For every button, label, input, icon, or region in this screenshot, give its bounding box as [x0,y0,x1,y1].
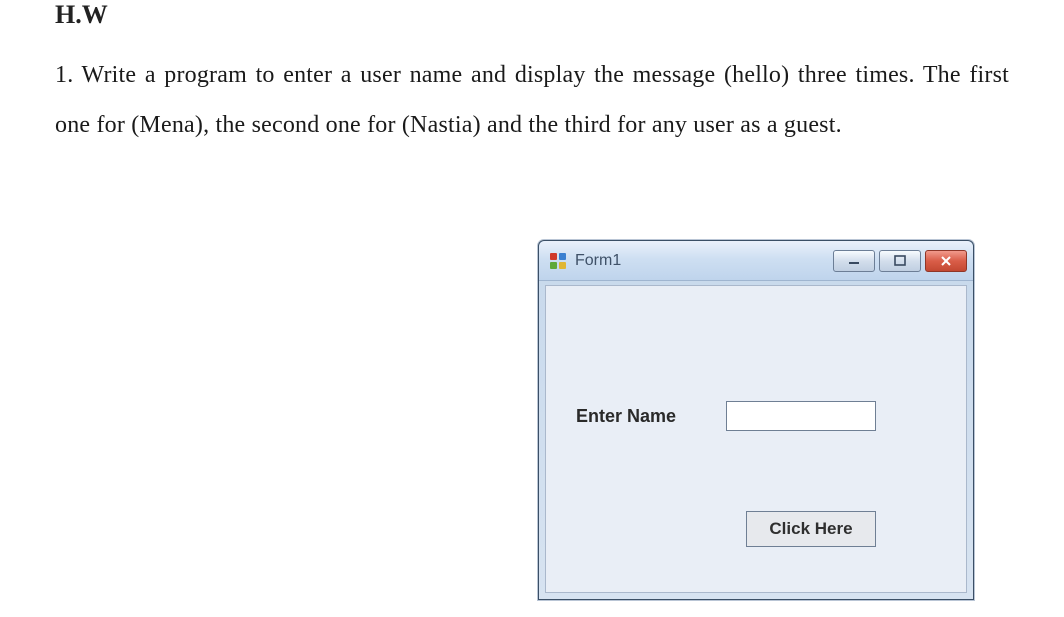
problem-statement: 1. Write a program to enter a user name … [55,50,1009,151]
form-client-area: Enter Name Click Here [545,285,967,593]
close-icon [939,255,953,267]
window-titlebar: Form1 [539,241,973,281]
section-heading: H.W [55,0,1009,30]
form-window: Form1 Enter Name Click Here [538,240,974,600]
maximize-icon [893,255,907,267]
minimize-icon [847,256,861,266]
window-title: Form1 [575,252,833,270]
name-input[interactable] [726,401,876,431]
minimize-button[interactable] [833,250,875,272]
click-here-button[interactable]: Click Here [746,511,876,547]
window-controls [833,250,967,272]
close-button[interactable] [925,250,967,272]
enter-name-label: Enter Name [576,406,676,427]
app-icon [549,252,567,270]
maximize-button[interactable] [879,250,921,272]
